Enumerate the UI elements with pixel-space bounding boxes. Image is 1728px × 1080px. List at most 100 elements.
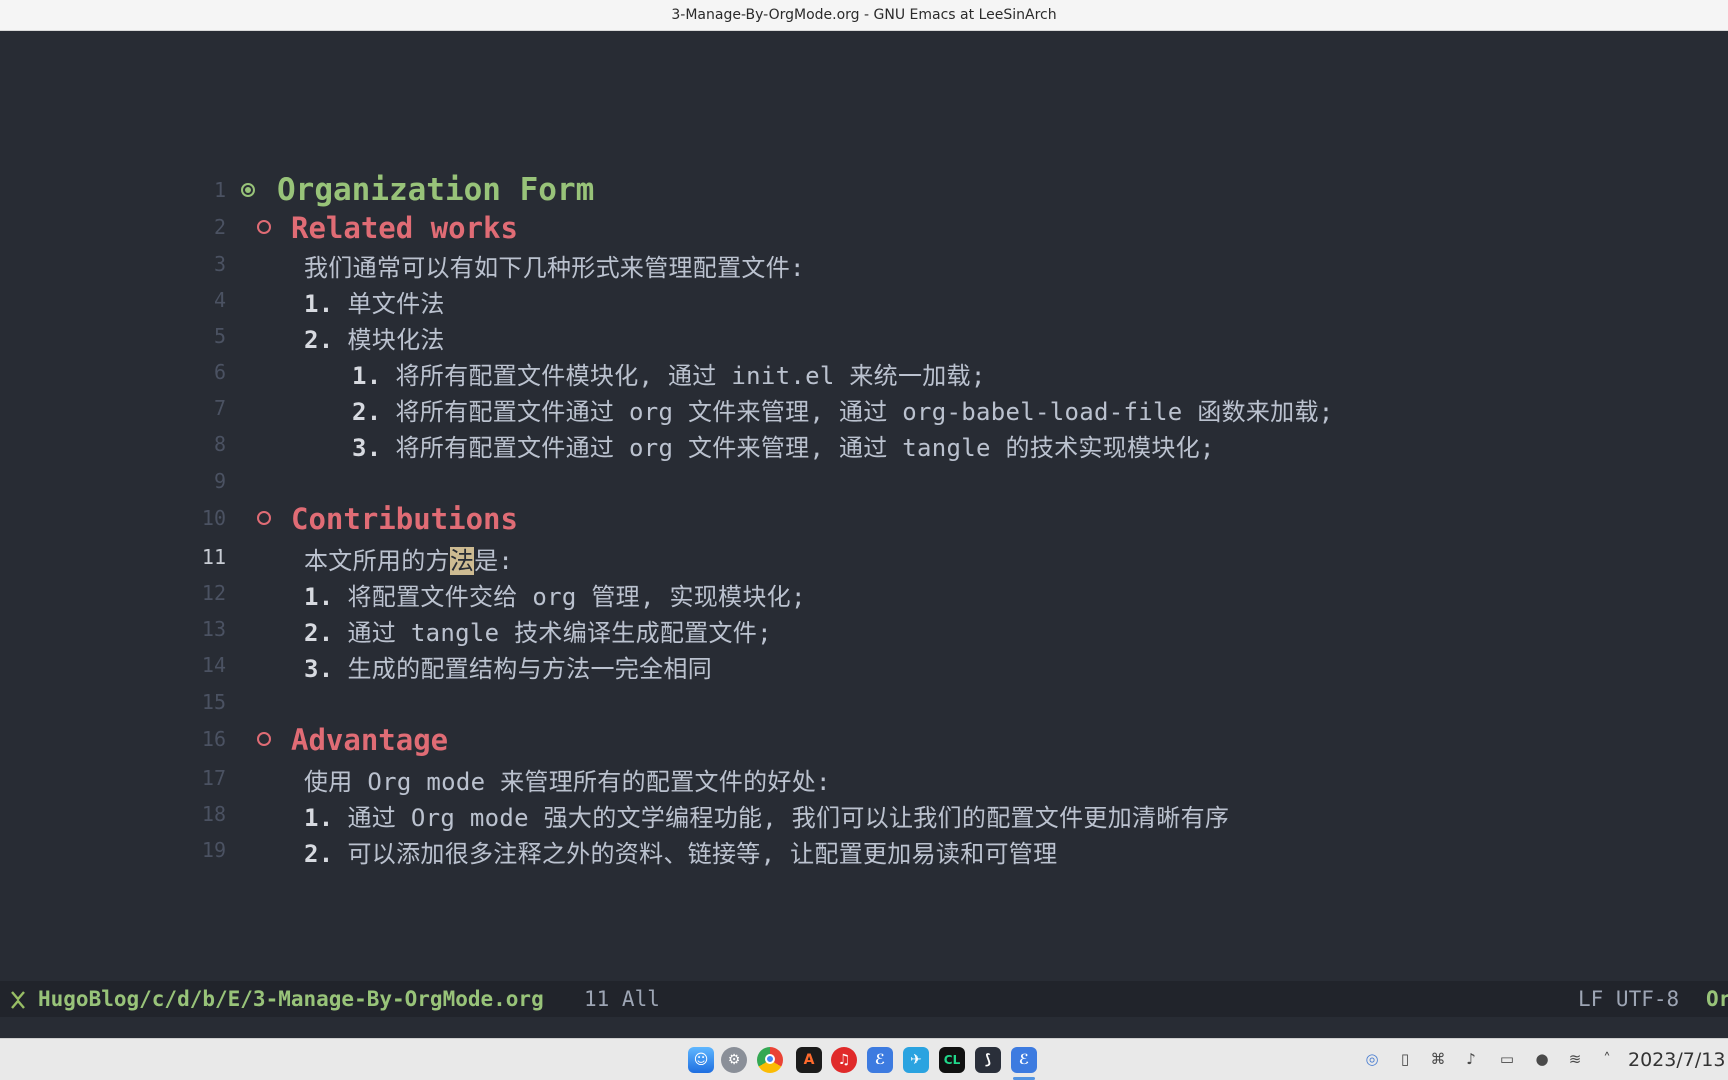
line-number: 17 [201,766,226,790]
chrome-icon[interactable] [757,1047,783,1073]
list-item-text: 将所有配置文件通过 org 文件来管理, 通过 org-babel-load-f… [395,398,1334,426]
list-item-text: 单文件法 [347,290,445,318]
list-number: 1. [304,583,334,611]
editor-buffer[interactable]: 1 Organization Form 2 Related works 3 我们… [0,31,1728,981]
line-number: 1 [213,178,226,202]
buffer-line-14[interactable]: 14 3. 生成的配置结构与方法一完全相同 [0,647,1728,683]
list-item-text: 通过 tangle 技术编译生成配置文件; [347,619,772,647]
text-before-cursor: 本文所用的方 [304,547,450,575]
line-number: 6 [213,360,226,384]
list-number: 1. [352,362,382,390]
paragraph-text: 我们通常可以有如下几种形式来管理配置文件: [304,254,805,282]
buffer-file-path[interactable]: HugoBlog/c/d/b/E/3-Manage-By-OrgMode.org [38,981,544,1017]
buffer-line-15[interactable]: 15 [0,684,1728,720]
heading-bullet-icon[interactable] [241,183,255,197]
emacs-icon[interactable]: ℰ [867,1047,893,1073]
line-number: 3 [213,252,226,276]
buffer-line-19[interactable]: 19 2. 可以添加很多注释之外的资料、链接等, 让配置更加易读和可管理 [0,832,1728,868]
file-encoding[interactable]: LF UTF-8 [1578,981,1679,1017]
major-mode[interactable]: Or [1706,981,1728,1017]
buffer-line-4[interactable]: 4 1. 单文件法 [0,282,1728,318]
heading-bullet-icon[interactable] [257,732,271,746]
buffer-line-8[interactable]: 8 3. 将所有配置文件通过 org 文件来管理, 通过 tangle 的技术实现… [0,426,1728,462]
mode-line[interactable]: HugoBlog/c/d/b/E/3-Manage-By-OrgMode.org… [0,981,1728,1017]
line-number: 19 [201,838,226,862]
line-number: 8 [213,432,226,456]
line-number: 12 [201,581,226,605]
echo-area [0,1017,1728,1038]
paragraph-text: 本文所用的方法是: [304,541,513,576]
list-item-text: 生成的配置结构与方法一完全相同 [347,655,712,683]
buffer-line-5[interactable]: 5 2. 模块化法 [0,318,1728,354]
wifi-icon[interactable]: ≋ [1565,1049,1585,1069]
volume-icon[interactable]: ♪ [1461,1049,1481,1069]
line-number: 4 [213,288,226,312]
line-number: 5 [213,324,226,348]
list-item-text: 模块化法 [347,326,445,354]
buffer-line-10[interactable]: 10 Contributions [0,500,1728,536]
terminal-icon[interactable]: A [796,1047,822,1073]
finder-icon[interactable]: ☺ [688,1047,714,1073]
heading-bullet-icon[interactable] [257,511,271,525]
line-number: 2 [213,215,226,239]
heading-related-works: Related works [291,211,518,245]
buffer-line-6[interactable]: 6 1. 将所有配置文件模块化, 通过 init.el 来统一加载; [0,354,1728,390]
heading-organization-form: Organization Form [277,172,595,208]
line-number: 10 [201,506,226,530]
mic-icon[interactable]: ● [1532,1049,1552,1069]
text-after-cursor: 是: [474,547,514,575]
list-item-text: 将配置文件交给 org 管理, 实现模块化; [347,583,806,611]
list-number: 1. [304,290,334,318]
list-item-text: 可以添加很多注释之外的资料、链接等, 让配置更加易读和可管理 [347,840,1058,868]
emacs-icon [10,981,26,1017]
window-title: 3-Manage-By-OrgMode.org - GNU Emacs at L… [671,7,1057,23]
buffer-line-17[interactable]: 17 使用 Org mode 来管理所有的配置文件的好处: [0,760,1728,796]
chevron-up-icon[interactable]: ˄ [1597,1049,1617,1069]
list-number: 2. [304,326,334,354]
buffer-line-18[interactable]: 18 1. 通过 Org mode 强大的文学编程功能, 我们可以让我们的配置文件… [0,796,1728,832]
line-number: 14 [201,653,226,677]
list-number: 2. [304,619,334,647]
taskbar: ☺ ⚙ A ♫ ℰ ✈ CL ⟆ ℰ ◎ ▯ ⌘ ♪ ▭ ● ≋ ˄ 2023/… [0,1038,1728,1080]
buffer-line-9[interactable]: 9 [0,463,1728,499]
paragraph-text: 使用 Org mode 来管理所有的配置文件的好处: [304,768,831,796]
list-number: 2. [304,840,334,868]
buffer-line-2[interactable]: 2 Related works [0,209,1728,245]
heading-bullet-icon[interactable] [257,220,271,234]
display-icon[interactable]: ▭ [1497,1049,1517,1069]
window-titlebar: 3-Manage-By-OrgMode.org - GNU Emacs at L… [0,0,1728,31]
clipboard-icon[interactable]: ▯ [1395,1049,1415,1069]
list-number: 2. [352,398,382,426]
heading-contributions: Contributions [291,502,518,536]
buffer-line-13[interactable]: 13 2. 通过 tangle 技术编译生成配置文件; [0,611,1728,647]
feishu-icon[interactable]: ✈ [903,1047,929,1073]
list-item-text: 将所有配置文件模块化, 通过 init.el 来统一加载; [395,362,986,390]
line-number: 15 [201,690,226,714]
list-item-text: 通过 Org mode 强大的文学编程功能, 我们可以让我们的配置文件更加清晰有… [347,804,1230,832]
vpn-icon[interactable]: ◎ [1362,1049,1382,1069]
buffer-line-16[interactable]: 16 Advantage [0,721,1728,757]
buffer-line-7[interactable]: 7 2. 将所有配置文件通过 org 文件来管理, 通过 org-babel-lo… [0,390,1728,426]
settings-icon[interactable]: ⚙ [721,1047,747,1073]
line-number: 9 [213,469,226,493]
list-number: 1. [304,804,334,832]
line-number: 18 [201,802,226,826]
heading-advantage: Advantage [291,723,449,757]
clock[interactable]: 2023/7/13 [1628,1039,1725,1080]
line-number: 13 [201,617,226,641]
buffer-line-11[interactable]: 11 本文所用的方法是: [0,539,1728,575]
clion-icon[interactable]: CL [939,1047,965,1073]
buffer-line-12[interactable]: 12 1. 将配置文件交给 org 管理, 实现模块化; [0,575,1728,611]
cursor-position: 11 All [584,987,660,1011]
keyboard-icon[interactable]: ⌘ [1428,1049,1448,1069]
text-cursor[interactable]: 法 [449,547,475,575]
buffer-line-3[interactable]: 3 我们通常可以有如下几种形式来管理配置文件: [0,246,1728,282]
line-number: 16 [201,727,226,751]
app-icon[interactable]: ⟆ [975,1047,1001,1073]
music-icon[interactable]: ♫ [831,1047,857,1073]
emacs-icon[interactable]: ℰ [1011,1047,1037,1073]
line-number: 7 [213,396,226,420]
list-item-text: 将所有配置文件通过 org 文件来管理, 通过 tangle 的技术实现模块化; [395,434,1215,462]
buffer-line-1[interactable]: 1 Organization Form [0,172,1728,208]
list-number: 3. [304,655,334,683]
